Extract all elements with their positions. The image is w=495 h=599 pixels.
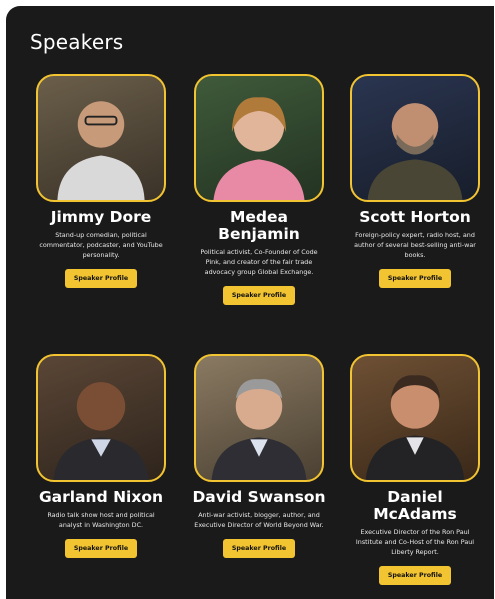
- speaker-profile-button[interactable]: Speaker Profile: [64, 539, 138, 558]
- speaker-name: Jimmy Dore: [50, 208, 152, 226]
- speaker-name: Garland Nixon: [38, 488, 164, 506]
- speaker-profile-button[interactable]: Speaker Profile: [64, 269, 138, 288]
- speaker-card: Scott Horton Foreign-policy expert, radi…: [347, 74, 483, 288]
- speaker-name: David Swanson: [192, 488, 326, 506]
- speaker-card: Daniel McAdams Executive Director of the…: [347, 354, 483, 585]
- speaker-profile-button[interactable]: Speaker Profile: [378, 269, 452, 288]
- speaker-profile-button[interactable]: Speaker Profile: [378, 566, 452, 585]
- speaker-photo: [36, 354, 166, 482]
- speaker-profile-button[interactable]: Speaker Profile: [222, 286, 296, 305]
- speaker-name: Daniel McAdams: [373, 488, 457, 523]
- speaker-bio: Executive Director of the Ron Paul Insti…: [355, 528, 475, 556]
- speaker-photo: [36, 74, 166, 202]
- speaker-bio: Political activist, Co-Founder of Code P…: [200, 248, 318, 276]
- speakers-section: Speakers Jimmy Dore Stand-up comedian, p…: [6, 6, 494, 599]
- speaker-bio: Anti-war activist, blogger, author, and …: [194, 511, 324, 529]
- speaker-bio: Radio talk show host and political analy…: [47, 511, 155, 529]
- speaker-photo: [194, 74, 324, 202]
- speaker-card: Garland Nixon Radio talk show host and p…: [33, 354, 169, 558]
- speaker-photo: [350, 354, 480, 482]
- speaker-photo: [350, 74, 480, 202]
- speaker-name: Medea Benjamin: [218, 208, 300, 243]
- speaker-card: Jimmy Dore Stand-up comedian, political …: [33, 74, 169, 288]
- speaker-name: Scott Horton: [359, 208, 471, 226]
- speaker-photo: [194, 354, 324, 482]
- speaker-bio: Stand-up comedian, political commentator…: [39, 231, 163, 259]
- section-title: Speakers: [30, 30, 124, 54]
- speaker-bio: Foreign-policy expert, radio host, and a…: [354, 231, 476, 259]
- speaker-profile-button[interactable]: Speaker Profile: [222, 539, 296, 558]
- speaker-card: Medea Benjamin Political activist, Co-Fo…: [191, 74, 327, 305]
- speaker-card: David Swanson Anti-war activist, blogger…: [191, 354, 327, 558]
